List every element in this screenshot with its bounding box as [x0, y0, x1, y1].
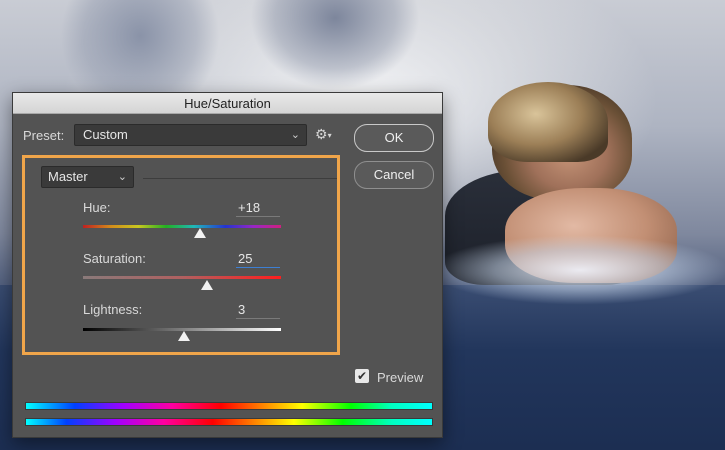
hue-value-field[interactable]: +18: [236, 199, 280, 217]
preset-label: Preset:: [23, 128, 65, 143]
hue-saturation-dialog: Hue/Saturation Preset: Custom ⌄ ⚙▾ OK Ca…: [12, 92, 443, 438]
preset-dropdown[interactable]: Custom ⌄: [74, 124, 307, 146]
preset-value: Custom: [83, 127, 128, 142]
ok-button[interactable]: OK: [354, 124, 434, 152]
output-color-spectrum: [25, 418, 433, 426]
channel-dropdown[interactable]: Master ⌄: [41, 166, 134, 188]
saturation-slider-track[interactable]: [83, 276, 281, 279]
cancel-button[interactable]: Cancel: [354, 161, 434, 189]
preview-label: Preview: [377, 370, 424, 385]
adjustment-panel: Master ⌄ Hue: +18 Saturation: 25 Lightne…: [22, 155, 340, 355]
lightness-slider-thumb[interactable]: [177, 331, 190, 341]
chevron-down-icon: ⌄: [117, 171, 127, 183]
input-color-spectrum: [25, 402, 433, 410]
lightness-label: Lightness:: [83, 302, 143, 317]
hue-label: Hue:: [83, 200, 111, 215]
chevron-down-icon: ⌄: [290, 129, 300, 141]
lightness-value-field[interactable]: 3: [236, 301, 280, 319]
hue-slider-track[interactable]: [83, 225, 281, 228]
saturation-slider-thumb[interactable]: [200, 280, 213, 290]
surfer-hair: [488, 82, 608, 162]
hue-slider-thumb[interactable]: [193, 228, 206, 238]
water-splash: [430, 235, 725, 305]
preview-checkbox[interactable]: ✔: [355, 369, 369, 383]
dialog-title: Hue/Saturation: [13, 93, 442, 114]
palm-leaves: [250, 0, 420, 90]
divider: [143, 178, 337, 179]
saturation-value-field[interactable]: 25: [236, 250, 280, 268]
channel-value: Master: [48, 169, 88, 184]
gear-icon[interactable]: ⚙▾: [315, 126, 332, 143]
saturation-label: Saturation:: [83, 251, 146, 266]
checkmark-icon: ✔: [356, 369, 368, 383]
